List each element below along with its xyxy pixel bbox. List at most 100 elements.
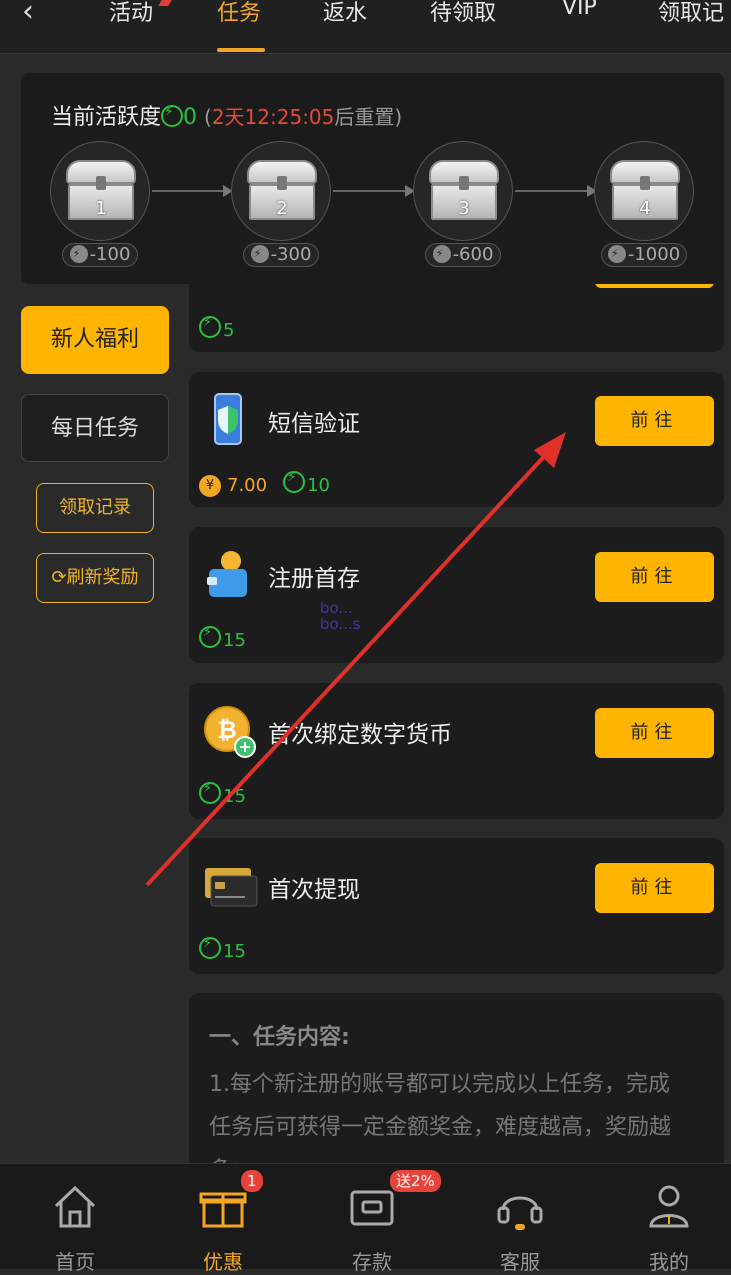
chest-number: 1 <box>95 198 107 219</box>
nav-label: 优惠 <box>203 1250 243 1274</box>
lightning-icon <box>69 243 88 265</box>
chest-icon: 3 <box>429 160 499 220</box>
tab-vip[interactable]: VIP <box>562 0 597 20</box>
tab-claim-records[interactable]: 领取记 <box>658 0 724 27</box>
progress-connector <box>152 190 227 192</box>
activity-value: 0 <box>183 105 198 130</box>
nav-label: 首页 <box>55 1250 95 1274</box>
task-card-bind-crypto: ₿ 首次绑定数字货币 前往 15 <box>189 683 724 819</box>
task-card-first-deposit: 注册首存 前往 15 <box>189 527 724 663</box>
treasure-chest-3[interactable]: 3 <box>413 141 513 241</box>
chest-cost: -1000 <box>627 244 681 265</box>
claim-records-button[interactable]: 领取记录 <box>36 483 154 533</box>
svg-text:₿: ₿ <box>217 716 237 744</box>
go-button[interactable]: 前往 <box>595 552 714 602</box>
task-reward: ¥7.00 10 <box>199 470 330 497</box>
refresh-rewards-button[interactable]: ⟳刷新奖励 <box>36 553 154 603</box>
chest-cost: -600 <box>452 244 494 265</box>
nav-deposit[interactable]: 送2% 存款 <box>322 1170 441 1274</box>
task-reward: 5 <box>199 315 235 341</box>
active-tab-underline <box>217 48 265 52</box>
reward-points: 15 <box>223 630 246 651</box>
chest-cost-pill: -300 <box>243 243 319 267</box>
yen-coin-icon: ¥ <box>199 475 221 497</box>
lightning-icon <box>432 243 451 265</box>
task-card-first-withdrawal: 首次提现 前往 15 <box>189 838 724 974</box>
treasure-chest-1[interactable]: 1 <box>50 141 150 241</box>
lightning-icon <box>199 781 221 804</box>
chest-icon: 1 <box>66 160 136 220</box>
chest-number: 2 <box>276 198 288 219</box>
top-navigation: ‹ 活动 任务 返水 待领取 VIP 领取记 <box>0 0 731 54</box>
reset-text: (2天12:25:05后重置) <box>204 105 402 129</box>
refresh-icon: ⟳ <box>51 567 67 588</box>
nav-label: 我的 <box>649 1250 689 1274</box>
chest-cost-pill: -1000 <box>601 243 687 267</box>
reward-points: 15 <box>223 941 246 962</box>
phone-shield-icon <box>203 392 253 446</box>
nav-customer-service[interactable]: 客服 <box>470 1176 570 1274</box>
task-title: 注册首存 <box>268 566 360 592</box>
activity-panel: 当前活跃度 0 (2天12:25:05后重置) 1 -100 2 -300 3 -… <box>21 73 724 284</box>
task-title: 首次绑定数字货币 <box>268 722 452 748</box>
chest-cost: -300 <box>270 244 312 265</box>
newbie-benefits-button[interactable]: 新人福利 <box>21 306 169 374</box>
deposit-bonus-badge: 送2% <box>390 1170 441 1192</box>
nav-profile[interactable]: 我的 <box>619 1176 719 1274</box>
treasure-chest-2[interactable]: 2 <box>231 141 331 241</box>
nav-home[interactable]: 首页 <box>25 1176 125 1274</box>
chest-number: 3 <box>458 198 470 219</box>
lightning-icon <box>161 104 184 127</box>
lightning-icon <box>199 936 221 959</box>
user-icon <box>649 1185 689 1228</box>
reward-points: 10 <box>307 475 330 496</box>
tab-pending[interactable]: 待领取 <box>430 0 496 27</box>
wallet-deposit-icon <box>350 1190 394 1226</box>
daily-tasks-button[interactable]: 每日任务 <box>21 394 169 462</box>
treasure-chest-4[interactable]: 4 <box>594 141 694 241</box>
chest-number: 4 <box>639 198 651 219</box>
rules-text: 1.每个新注册的账号都可以完成以上任务，完成任务后可获得一定金额奖金，难度越高，… <box>209 1072 672 1173</box>
reset-countdown: 2天12:25:05 <box>211 105 335 129</box>
task-title: 首次提现 <box>268 877 360 903</box>
nav-label: 存款 <box>352 1250 392 1274</box>
wallet-icon <box>203 547 253 601</box>
task-reward: 15 <box>199 781 246 807</box>
tab-activities[interactable]: 活动 <box>109 0 153 27</box>
reward-points: 5 <box>223 320 235 341</box>
reset-suffix: 后重置) <box>334 105 403 129</box>
home-icon <box>54 1185 96 1228</box>
tab-rebate[interactable]: 返水 <box>323 0 367 27</box>
chest-cost-pill: -100 <box>62 243 138 267</box>
tab-tasks[interactable]: 任务 <box>217 0 261 27</box>
go-button[interactable]: 前往 <box>595 863 714 913</box>
chest-cost-pill: -600 <box>425 243 501 267</box>
reward-points: 15 <box>223 786 246 807</box>
rules-heading: 一、任务内容: <box>209 1025 350 1050</box>
go-button[interactable]: 前往 <box>595 396 714 446</box>
task-card-sms-verification: 短信验证 前往 ¥7.00 10 <box>189 372 724 507</box>
reset-open: ( <box>204 105 212 129</box>
lightning-icon <box>607 243 626 265</box>
watermark-line: bo... <box>320 599 353 617</box>
nav-label: 客服 <box>500 1250 540 1274</box>
nav-promotions[interactable]: 1 优惠 <box>173 1170 273 1274</box>
progress-connector <box>515 190 591 192</box>
task-rules-panel: 一、任务内容: 1.每个新注册的账号都可以完成以上任务，完成任务后可获得一定金额… <box>189 993 724 1173</box>
notification-badge: 1 <box>241 1170 263 1192</box>
task-title: 短信验证 <box>268 411 360 437</box>
activity-title: 当前活跃度 0 (2天12:25:05后重置) <box>51 99 402 131</box>
lightning-icon <box>199 625 221 648</box>
reward-cash: 7.00 <box>227 475 268 496</box>
lightning-icon <box>283 470 306 493</box>
bank-card-icon <box>203 858 258 912</box>
bitcoin-icon: ₿ <box>203 703 256 758</box>
chevron-left-icon[interactable]: ‹ <box>22 0 34 29</box>
watermark: bo... bo...s <box>320 600 361 632</box>
go-button[interactable]: 前往 <box>595 708 714 758</box>
bottom-navigation: 首页 1 优惠 送2% 存款 客服 我的 <box>0 1163 731 1274</box>
watermark-line: bo...s <box>320 615 361 633</box>
refresh-rewards-label: 刷新奖励 <box>66 567 139 588</box>
activity-label: 当前活跃度 <box>51 105 162 130</box>
gift-icon <box>199 1192 247 1228</box>
